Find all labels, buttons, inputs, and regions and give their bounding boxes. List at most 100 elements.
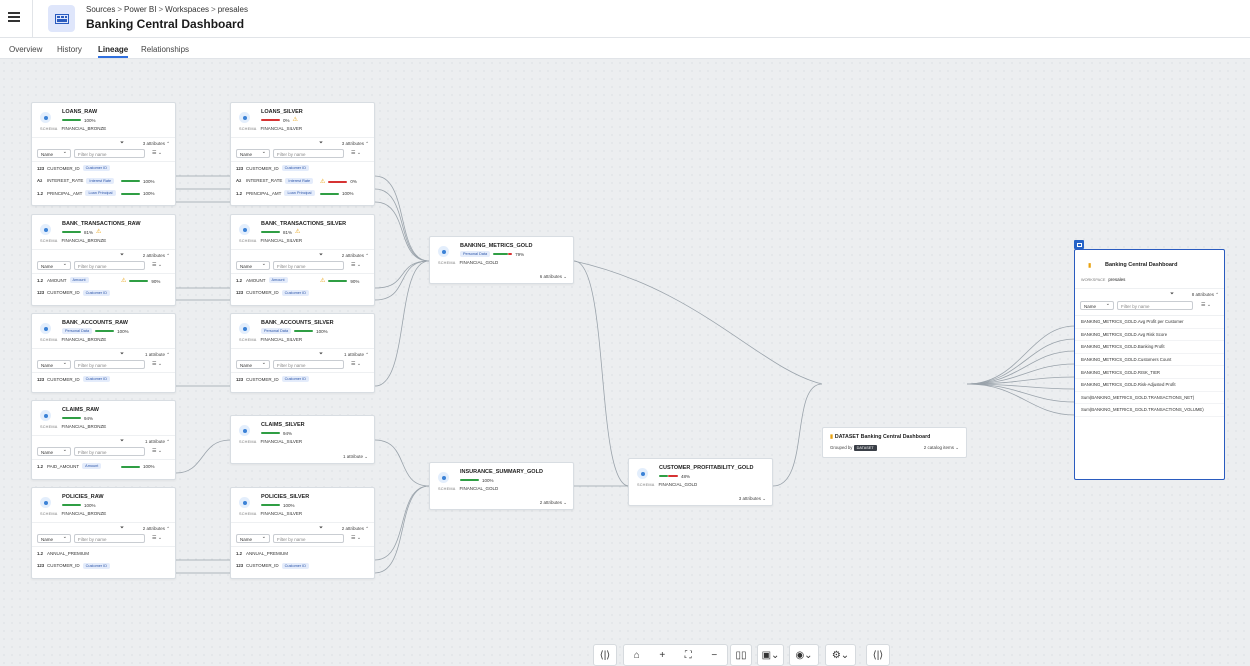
node-claims-silver[interactable]: CLAIMS_SILVER 94% SCHEMA FINANCIAL_SILVER… xyxy=(230,415,375,464)
breadcrumb-presales[interactable]: presales xyxy=(218,5,248,14)
visibility-button[interactable]: ◉⌄ xyxy=(789,644,819,666)
dashboard-field[interactable]: BANKING_METRICS_GOLD.Banking Profit xyxy=(1075,341,1224,354)
tab-history[interactable]: History xyxy=(57,45,82,54)
field-row[interactable]: 123 CUSTOMER_ID Customer ID xyxy=(231,373,374,386)
field-row[interactable]: 123 CUSTOMER_ID Customer ID xyxy=(32,287,175,300)
tab-lineage[interactable]: Lineage xyxy=(98,45,129,58)
field-row[interactable]: 123 CUSTOMER_ID Customer ID xyxy=(32,560,175,573)
tab-overview[interactable]: Overview xyxy=(9,45,42,54)
fit-horizontal-button[interactable]: ⟨|⟩ xyxy=(593,644,617,666)
tab-relationships[interactable]: Relationships xyxy=(141,45,189,54)
filter-icon[interactable]: ⏷ xyxy=(120,252,124,258)
zoom-in-icon[interactable]: + xyxy=(659,650,665,661)
node-bank-transactions-silver[interactable]: BANK_TRANSACTIONS_SILVER 81% ⚠ SCHEMA FINA… xyxy=(230,214,375,306)
field-row[interactable]: Az INTEREST_RATE Interest Rate ⚠ 0% xyxy=(231,175,374,188)
filter-input[interactable]: Filter by name xyxy=(273,261,344,270)
home-icon[interactable]: ⌂ xyxy=(634,650,640,661)
field-row[interactable]: 1.2 ANNUAL_PREMIUM xyxy=(32,547,175,560)
node-loans-raw[interactable]: LOANS_RAW 100% SCHEMA FINANCIAL_BRONZE ⏷ 3… xyxy=(31,102,176,206)
attribute-toggle[interactable]: 6 attributes xyxy=(540,274,567,280)
sort-order-icon[interactable]: ☰ ⌄ xyxy=(351,535,361,541)
expand-button[interactable]: ⟨|⟩ xyxy=(866,644,890,666)
node-claims-raw[interactable]: CLAIMS_RAW 94% SCHEMA FINANCIAL_BRONZE ⏷ 1… xyxy=(31,400,176,480)
sort-order-icon[interactable]: ☰ ⌄ xyxy=(152,448,162,454)
attribute-count[interactable]: 3 attributes ⌃ xyxy=(143,141,170,147)
sort-order-icon[interactable]: ☰ ⌄ xyxy=(351,150,361,156)
node-banking-metrics-gold[interactable]: BANKING_METRICS_GOLD Personal Data 79% SC… xyxy=(429,236,574,284)
field-row[interactable]: 123 CUSTOMER_ID Customer ID xyxy=(32,162,175,175)
filter-input[interactable]: Filter by name xyxy=(273,534,344,543)
sort-order-icon[interactable]: ☰ ⌄ xyxy=(351,361,361,367)
dashboard-field[interactable]: Sum(BANKING_METRICS_GOLD.TRANSACTIONS_VO… xyxy=(1075,404,1224,417)
sort-order-icon[interactable]: ☰ ⌄ xyxy=(1201,302,1211,308)
lineage-canvas[interactable]: LOANS_RAW 100% SCHEMA FINANCIAL_BRONZE ⏷ 3… xyxy=(0,59,1250,666)
field-row[interactable]: 123 CUSTOMER_ID Customer ID xyxy=(231,560,374,573)
node-loans-silver[interactable]: LOANS_SILVER 0% ⚠ SCHEMA FINANCIAL_SILVER … xyxy=(230,102,375,206)
field-row[interactable]: 1.2 PAID_AMOUNT Amount 100% xyxy=(32,460,175,473)
filter-input[interactable]: Filter by name xyxy=(74,447,145,456)
sort-select[interactable]: Name xyxy=(236,534,270,543)
field-row[interactable]: Az INTEREST_RATE Interest Rate 100% xyxy=(32,175,175,188)
sort-order-icon[interactable]: ☰ ⌄ xyxy=(152,535,162,541)
filter-input[interactable]: Filter by name xyxy=(74,360,145,369)
sort-select[interactable]: Name xyxy=(37,534,71,543)
node-policies-raw[interactable]: POLICIES_RAW 100% SCHEMA FINANCIAL_BRONZE… xyxy=(31,487,176,579)
sort-select[interactable]: Name xyxy=(236,261,270,270)
field-row[interactable]: 1.2 AMOUNT Amount ⚠ 90% xyxy=(32,274,175,287)
filter-icon[interactable]: ⏷ xyxy=(319,525,323,531)
filter-icon[interactable]: ⏷ xyxy=(120,351,124,357)
filter-icon[interactable]: ⏷ xyxy=(319,351,323,357)
attribute-count[interactable]: 1 attribute ⌃ xyxy=(344,352,369,358)
breadcrumb-powerbi[interactable]: Power BI xyxy=(124,5,156,14)
sort-select[interactable]: Name xyxy=(37,149,71,158)
breadcrumb-sources[interactable]: Sources xyxy=(86,5,115,14)
filter-icon[interactable]: ⏷ xyxy=(120,140,124,146)
node-bank-accounts-silver[interactable]: BANK_ACCOUNTS_SILVER Personal Data 100% S… xyxy=(230,313,375,393)
filter-input[interactable]: Filter by name xyxy=(1117,301,1193,310)
attribute-count[interactable]: 1 attribute ⌃ xyxy=(145,352,170,358)
filter-input[interactable]: Filter by name xyxy=(273,149,344,158)
attribute-toggle[interactable]: 3 attributes xyxy=(739,496,766,502)
layout-button[interactable]: ▣⌄ xyxy=(757,644,784,666)
dashboard-field[interactable]: BANKING_METRICS_GOLD.Avg Risk Score xyxy=(1075,329,1224,342)
attribute-count[interactable]: 2 attributes ⌃ xyxy=(342,253,369,259)
filter-icon[interactable]: ⏷ xyxy=(319,252,323,258)
attribute-count[interactable]: 2 attributes ⌃ xyxy=(342,526,369,532)
breadcrumb-workspaces[interactable]: Workspaces xyxy=(165,5,209,14)
menu-icon[interactable] xyxy=(8,12,20,22)
filter-input[interactable]: Filter by name xyxy=(74,261,145,270)
filter-icon[interactable]: ⏷ xyxy=(120,438,124,444)
sort-order-icon[interactable]: ☰ ⌄ xyxy=(152,150,162,156)
attribute-count[interactable]: 8 attributes ⌃ xyxy=(1192,292,1219,298)
attribute-count[interactable]: 1 attribute ⌃ xyxy=(145,439,170,445)
dashboard-field[interactable]: BANKING_METRICS_GOLD.Customers Count xyxy=(1075,354,1224,367)
filter-input[interactable]: Filter by name xyxy=(74,149,145,158)
field-row[interactable]: 123 CUSTOMER_ID Customer ID xyxy=(231,287,374,300)
zoom-out-icon[interactable]: − xyxy=(711,650,717,661)
dashboard-field[interactable]: BANKING_METRICS_GOLD.Risk-Adjusted Profi… xyxy=(1075,379,1224,392)
filter-icon[interactable]: ⏷ xyxy=(120,525,124,531)
filter-input[interactable]: Filter by name xyxy=(74,534,145,543)
node-policies-silver[interactable]: POLICIES_SILVER 100% SCHEMA FINANCIAL_SIL… xyxy=(230,487,375,579)
field-row[interactable]: 1.2 PRINCIPAL_AMT Loan Principal 100% xyxy=(32,187,175,200)
filter-input[interactable]: Filter by name xyxy=(273,360,344,369)
attribute-count[interactable]: 2 attributes ⌃ xyxy=(143,526,170,532)
node-dataset[interactable]: ▮ DATASET Banking Central Dashboard Group… xyxy=(822,427,967,458)
field-row[interactable]: 123 CUSTOMER_ID Customer ID xyxy=(231,162,374,175)
attribute-count[interactable]: 2 attributes ⌃ xyxy=(143,253,170,259)
node-bank-transactions-raw[interactable]: BANK_TRANSACTIONS_RAW 81% ⚠ SCHEMA FINANCI… xyxy=(31,214,176,306)
sort-order-icon[interactable]: ☰ ⌄ xyxy=(152,262,162,268)
field-row[interactable]: 123 CUSTOMER_ID Customer ID xyxy=(32,373,175,386)
sort-order-icon[interactable]: ☰ ⌄ xyxy=(152,361,162,367)
sort-select[interactable]: Name xyxy=(37,360,71,369)
sort-select[interactable]: Name xyxy=(37,447,71,456)
settings-button[interactable]: ⚙⌄ xyxy=(825,644,856,666)
catalog-items-toggle[interactable]: 2 catalog items xyxy=(924,445,959,451)
filter-icon[interactable]: ⏷ xyxy=(1170,291,1174,297)
attribute-toggle[interactable]: 2 attributes xyxy=(540,500,567,506)
dashboard-field[interactable]: BANKING_METRICS_GOLD.RISK_TIER xyxy=(1075,366,1224,379)
node-customer-profitability-gold[interactable]: CUSTOMER_PROFITABILITY_GOLD 48% SCHEMA FI… xyxy=(628,458,773,506)
dashboard-field[interactable]: BANKING_METRICS_GOLD.Avg Profit per Cust… xyxy=(1075,316,1224,329)
fit-view-icon[interactable]: ⛶ xyxy=(685,650,692,661)
sort-select[interactable]: Name xyxy=(236,149,270,158)
